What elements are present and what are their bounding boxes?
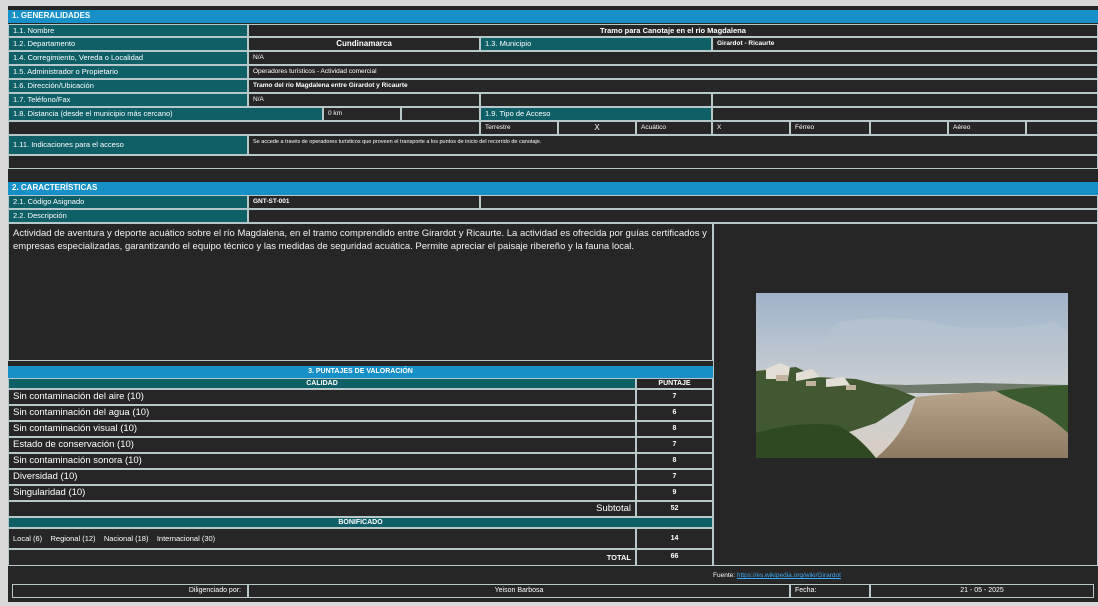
acceso-ferreo-label: Férreo — [790, 121, 870, 135]
score-row-label: Sin contaminación del agua (10) — [8, 405, 636, 421]
distancia-spacer — [401, 107, 480, 121]
distancia-label: 1.8. Distancia (desde el municipio más c… — [8, 107, 323, 121]
fecha-label: Fecha: — [790, 584, 870, 598]
fuente-line: Fuente: https://es.wikipedia.org/wiki/Gi… — [713, 570, 1013, 581]
indicaciones-label: 1.11. Indicaciones para el acceso — [8, 135, 248, 155]
fuente-label: Fuente: — [713, 572, 736, 579]
score-row-value: 9 — [636, 485, 713, 501]
score-row-value: 8 — [636, 421, 713, 437]
acceso-terrestre-mark: X — [558, 121, 636, 135]
acceso-ferreo-mark — [870, 121, 948, 135]
section1-empty-row — [8, 155, 1098, 169]
score-row-value: 8 — [636, 453, 713, 469]
direccion-value: Tramo del río Magdalena entre Girardot y… — [248, 79, 1098, 93]
score-row-label: Sin contaminación visual (10) — [8, 421, 636, 437]
score-row-value: 7 — [636, 437, 713, 453]
nombre-label: 1.1. Nombre — [8, 24, 248, 37]
score-row-label: Estado de conservación (10) — [8, 437, 636, 453]
corregimiento-value: N/A — [248, 51, 1098, 65]
descripcion-spacer — [248, 209, 1098, 223]
telefono-value: N/A — [248, 93, 480, 107]
puntaje-header: PUNTAJE — [636, 378, 713, 389]
direccion-label: 1.6. Dirección/Ubicación — [8, 79, 248, 93]
acceso-left-spacer — [8, 121, 480, 135]
tipo-acceso-label: 1.9. Tipo de Acceso — [480, 107, 712, 121]
score-row-label: Diversidad (10) — [8, 469, 636, 485]
descripcion-text: Actividad de aventura y deporte acuático… — [8, 223, 713, 361]
score-row-value: 6 — [636, 405, 713, 421]
descripcion-label: 2.2. Descripción — [8, 209, 248, 223]
administrador-label: 1.5. Administrador o Propietario — [8, 65, 248, 79]
acceso-terrestre-label: Terrestre — [480, 121, 558, 135]
tourism-record-sheet: 1. GENERALIDADES 1.1. Nombre Tramo para … — [8, 6, 1098, 602]
codigo-spacer — [480, 195, 1098, 209]
municipio-label: 1.3. Municipio — [480, 37, 712, 51]
total-label: TOTAL — [8, 549, 636, 566]
score-row-value: 7 — [636, 389, 713, 405]
score-row-label: Singularidad (10) — [8, 485, 636, 501]
administrador-value: Operadores turísticos - Actividad comerc… — [248, 65, 1098, 79]
acceso-acuatico-mark: X — [712, 121, 790, 135]
indicaciones-value: Se accede a través de operadores turísti… — [248, 135, 1098, 155]
diligenciado-value: Yeison Barbosa — [248, 584, 790, 598]
acceso-aereo-label: Aéreo — [948, 121, 1026, 135]
river-photo — [756, 293, 1068, 458]
bonificado-options: Local (6) Regional (12) Nacional (18) In… — [8, 528, 636, 549]
section3-title: 3. PUNTAJES DE VALORACIÓN — [8, 366, 713, 378]
calidad-header: CALIDAD — [8, 378, 636, 389]
telefono-label: 1.7. Teléfono/Fax — [8, 93, 248, 107]
section2-title: 2. CARACTERÍSTICAS — [8, 182, 1098, 195]
total-value: 66 — [636, 549, 713, 566]
codigo-value: GNT-ST-001 — [248, 195, 480, 209]
nombre-value: Tramo para Canotaje en el río Magdalena — [248, 24, 1098, 37]
fuente-link[interactable]: https://es.wikipedia.org/wiki/Girardot — [737, 572, 841, 579]
fecha-value: 21 - 05 - 2025 — [870, 584, 1094, 598]
subtotal-value: 52 — [636, 501, 713, 517]
bonificado-value: 14 — [636, 528, 713, 549]
codigo-label: 2.1. Código Asignado — [8, 195, 248, 209]
tipo-acceso-spacer — [712, 107, 1098, 121]
diligenciado-label: Diligenciado por: — [12, 584, 248, 598]
telefono-spacer-2 — [712, 93, 1098, 107]
section1-title: 1. GENERALIDADES — [8, 10, 1098, 23]
corregimiento-label: 1.4. Corregimiento, Vereda o Localidad — [8, 51, 248, 65]
bonificado-header: BONIFICADO — [8, 517, 713, 528]
subtotal-label: Subtotal — [8, 501, 636, 517]
score-row-value: 7 — [636, 469, 713, 485]
departamento-value: Cundinamarca — [248, 37, 480, 51]
telefono-spacer — [480, 93, 712, 107]
score-row-label: Sin contaminación sonora (10) — [8, 453, 636, 469]
distancia-value: 0 km — [323, 107, 401, 121]
acceso-aereo-mark — [1026, 121, 1098, 135]
municipio-value: Girardot - Ricaurte — [712, 37, 1098, 51]
score-row-label: Sin contaminación del aire (10) — [8, 389, 636, 405]
departamento-label: 1.2. Departamento — [8, 37, 248, 51]
acceso-acuatico-label: Acuático — [636, 121, 712, 135]
